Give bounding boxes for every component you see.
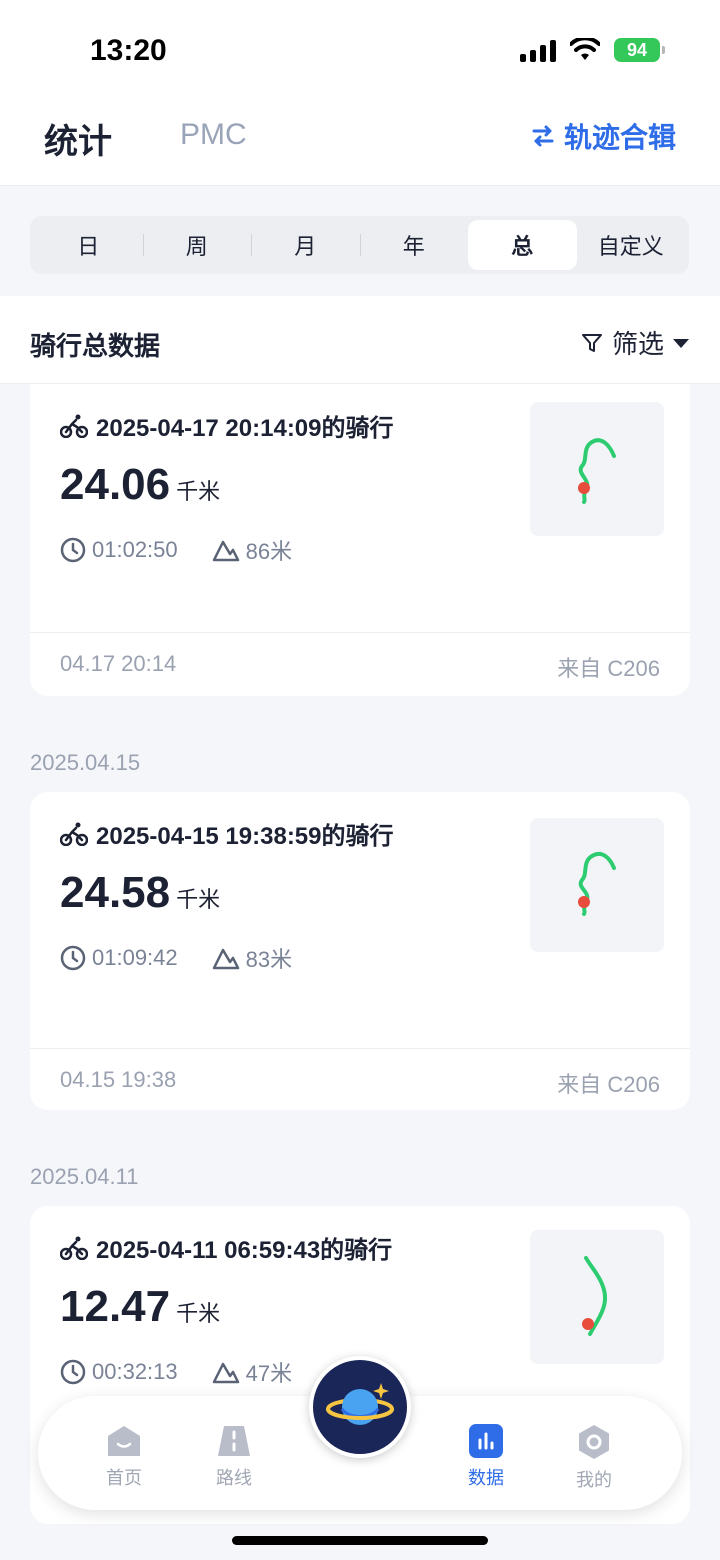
filter-button[interactable]: 筛选	[580, 324, 690, 361]
ride-metrics: 01:02:50 86米	[60, 534, 292, 566]
cyclist-icon	[60, 1236, 88, 1260]
battery-indicator: 94	[614, 38, 665, 62]
home-indicator	[232, 1536, 488, 1545]
duration-value: 01:02:50	[92, 537, 178, 562]
ride-metrics: 00:32:13 47米	[60, 1356, 292, 1388]
ride-title: 2025-04-15 19:38:59的骑行	[60, 816, 394, 851]
elevation-value: 83米	[245, 947, 293, 972]
tab-mine-label: 我的	[576, 1470, 612, 1490]
route-thumbnail	[530, 818, 664, 952]
top-bar: 13:20 94 统计 PMC 轨迹合辑	[0, 0, 720, 186]
distance-unit: 千米	[176, 1301, 221, 1326]
ride-distance: 12.47 千米	[60, 1282, 220, 1332]
tab-home[interactable]: 首页	[84, 1424, 164, 1490]
footer-time: 04.17 20:14	[60, 651, 177, 676]
ride-title-text: 2025-04-17 20:14:09的骑行	[96, 415, 394, 442]
clock-icon	[60, 537, 86, 563]
card-footer: 04.15 19:38 来自 C206	[30, 1048, 690, 1110]
status-time: 13:20	[90, 34, 167, 67]
period-selector: 日 周 月 年 总 自定义	[30, 216, 689, 274]
distance-value: 12.47	[60, 1282, 171, 1331]
duration-value: 01:09:42	[92, 945, 178, 970]
period-month[interactable]: 月	[251, 220, 360, 270]
section-header: 骑行总数据 筛选	[0, 296, 720, 384]
date-group-label: 2025.04.15	[30, 750, 141, 775]
filter-label: 筛选	[611, 329, 664, 359]
mountain-icon	[212, 948, 239, 970]
footer-time: 04.15 19:38	[60, 1067, 177, 1092]
duration-value: 00:32:13	[92, 1359, 178, 1384]
cellular-signal-icon	[520, 38, 556, 62]
status-icons: 94	[520, 38, 665, 62]
period-week[interactable]: 周	[142, 220, 252, 270]
duration-metric: 00:32:13	[60, 1359, 178, 1385]
caret-down-icon	[673, 338, 689, 348]
period-custom[interactable]: 自定义	[577, 220, 686, 270]
ride-title-text: 2025-04-11 06:59:43的骑行	[96, 1237, 393, 1264]
card-footer: 04.17 20:14 来自 C206	[30, 632, 690, 694]
ride-title: 2025-04-11 06:59:43的骑行	[60, 1230, 392, 1265]
track-collection-label: 轨迹合辑	[563, 122, 676, 153]
wifi-icon	[570, 38, 600, 60]
mountain-icon	[212, 1362, 239, 1384]
track-collection-button[interactable]: 轨迹合辑	[530, 116, 676, 156]
battery-level: 94	[626, 39, 648, 60]
distance-value: 24.58	[60, 868, 171, 917]
distance-value: 24.06	[60, 460, 171, 509]
ride-distance: 24.06 千米	[60, 460, 220, 510]
tab-data-label: 数据	[468, 1468, 504, 1488]
duration-metric: 01:02:50	[60, 537, 178, 563]
elevation-value: 86米	[245, 539, 293, 564]
tab-pmc[interactable]: PMC	[180, 118, 247, 152]
planet-icon	[326, 1383, 394, 1425]
elevation-metric: 47米	[212, 1356, 292, 1388]
tab-mine[interactable]: 我的	[554, 1424, 634, 1492]
tab-route-label: 路线	[216, 1468, 252, 1488]
elevation-value: 47米	[245, 1361, 293, 1386]
period-year[interactable]: 年	[359, 220, 469, 270]
swap-routes-icon	[532, 125, 554, 147]
ride-metrics: 01:09:42 83米	[60, 942, 292, 974]
tab-route[interactable]: 路线	[194, 1424, 274, 1490]
cyclist-icon	[60, 822, 88, 846]
date-group-label: 2025.04.11	[30, 1164, 139, 1189]
period-total[interactable]: 总	[468, 220, 577, 270]
center-planet-button[interactable]	[309, 1356, 411, 1458]
ride-card[interactable]: 2025-04-17 20:14:09的骑行 24.06 千米 01:02:50…	[30, 384, 690, 696]
tab-home-label: 首页	[106, 1468, 142, 1488]
ride-distance: 24.58 千米	[60, 868, 220, 918]
tab-data[interactable]: 数据	[446, 1424, 526, 1490]
duration-metric: 01:09:42	[60, 945, 178, 971]
ride-card[interactable]: 2025-04-15 19:38:59的骑行 24.58 千米 01:09:42…	[30, 792, 690, 1110]
road-icon	[218, 1426, 250, 1456]
clock-icon	[60, 1359, 86, 1385]
cyclist-icon	[60, 414, 88, 438]
period-day[interactable]: 日	[34, 220, 143, 270]
bar-chart-icon	[469, 1424, 503, 1458]
clock-icon	[60, 945, 86, 971]
route-thumbnail	[530, 1230, 664, 1364]
footer-source: 来自 C206	[557, 1072, 660, 1097]
distance-unit: 千米	[176, 887, 221, 912]
funnel-icon	[581, 333, 602, 352]
section-title: 骑行总数据	[30, 331, 161, 361]
ride-title-text: 2025-04-15 19:38:59的骑行	[96, 823, 394, 850]
tab-stats[interactable]: 统计	[44, 114, 112, 163]
elevation-metric: 83米	[212, 942, 292, 974]
ride-title: 2025-04-17 20:14:09的骑行	[60, 408, 394, 443]
elevation-metric: 86米	[212, 534, 292, 566]
route-thumbnail	[530, 402, 664, 536]
profile-hexagon-icon	[579, 1425, 609, 1459]
distance-unit: 千米	[176, 479, 221, 504]
home-icon	[108, 1426, 140, 1456]
footer-source: 来自 C206	[557, 656, 660, 681]
mountain-icon	[212, 540, 239, 562]
